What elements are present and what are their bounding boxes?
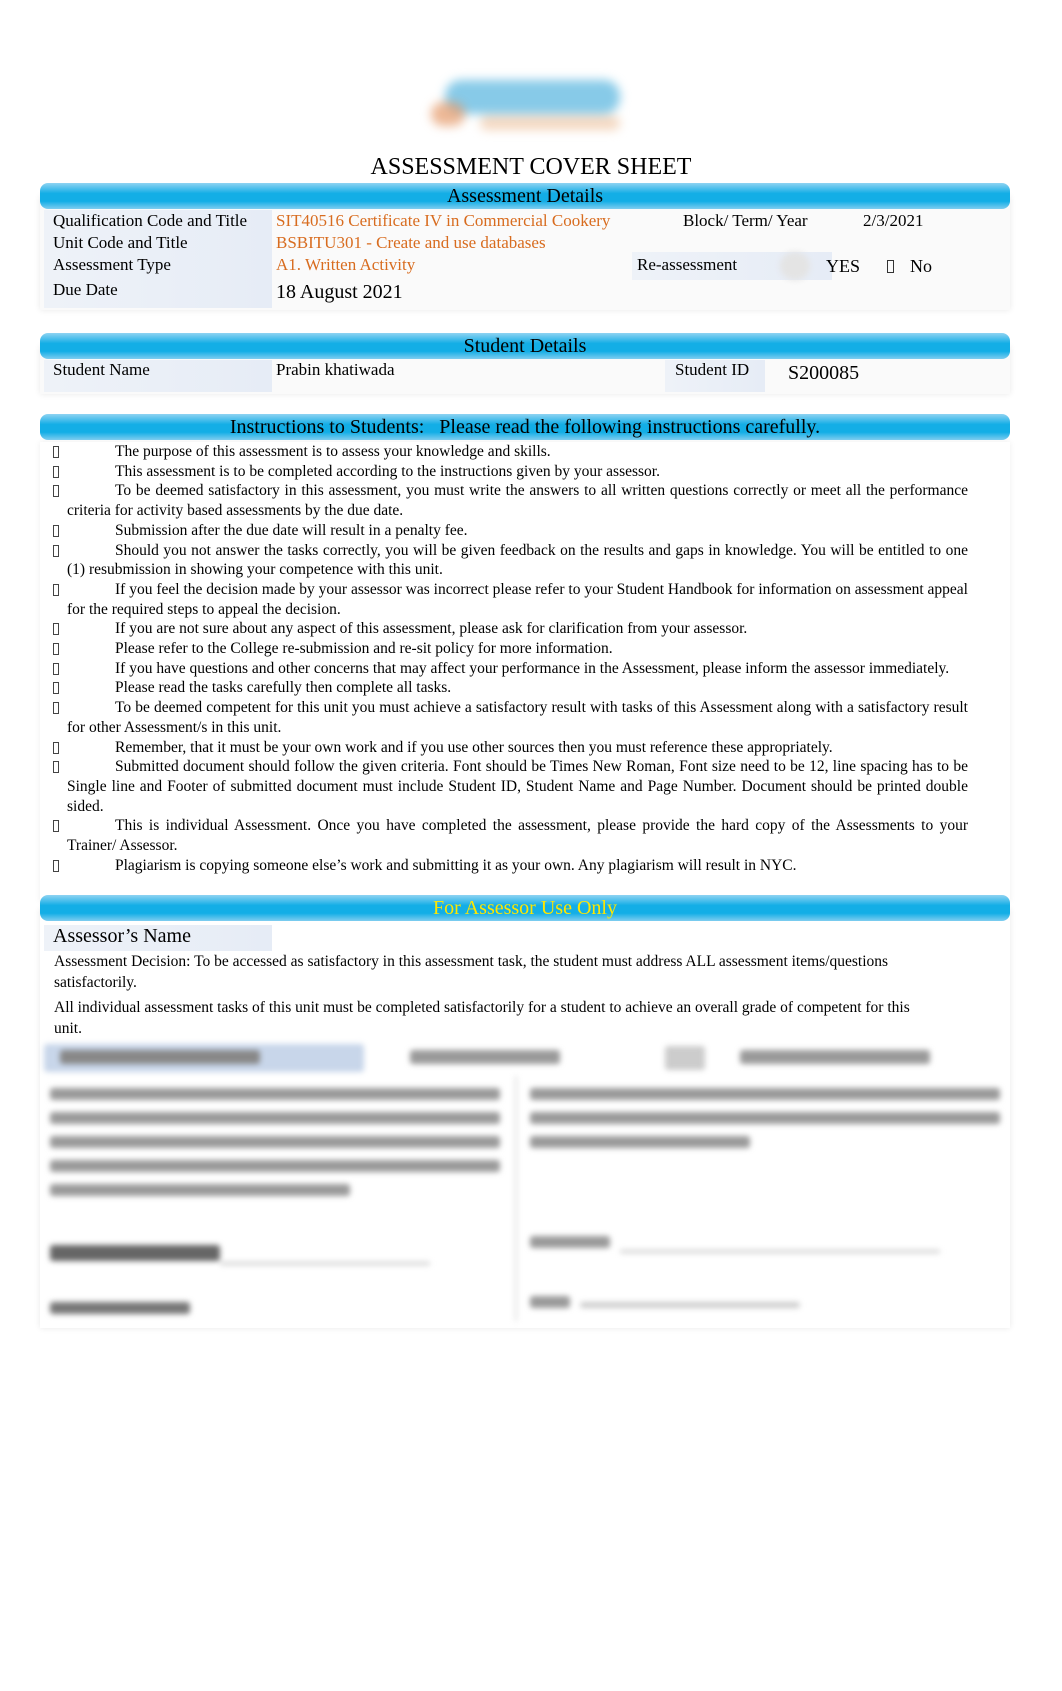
instruction-item: If you have questions and other concerns… xyxy=(40,659,1010,679)
instruction-item: Please refer to the College re-submissio… xyxy=(40,639,1010,659)
student-details-heading: Student Details xyxy=(40,333,1010,359)
yes-checkbox[interactable] xyxy=(780,252,810,280)
instruction-text: The purpose of this assessment is to ass… xyxy=(115,443,551,460)
instruction-item: Remember, that it must be your own work … xyxy=(40,738,1010,758)
instruction-item: Should you not answer the tasks correctl… xyxy=(40,541,1010,580)
overall-grade-text: All individual assessment tasks of this … xyxy=(54,999,910,1037)
bullet-icon xyxy=(53,859,59,872)
no-label: No xyxy=(910,256,932,276)
instruction-text: Submission after the due date will resul… xyxy=(115,521,468,539)
block-label: Block/ Term/ Year xyxy=(683,211,808,230)
student-name-value: Prabin khatiwada xyxy=(276,360,395,379)
assessment-type-label: Assessment Type xyxy=(53,255,171,274)
instruction-item: Plagiarism is copying someone else’s wor… xyxy=(40,856,1010,876)
no-checkbox[interactable] xyxy=(887,260,894,273)
student-id-label: Student ID xyxy=(675,360,750,379)
bullet-icon xyxy=(53,643,59,656)
bullet-icon xyxy=(53,761,59,774)
instruction-item: If you feel the decision made by your as… xyxy=(40,580,1010,619)
qualification-value: SIT40516 Certificate IV in Commercial Co… xyxy=(276,211,611,230)
instruction-item: If you are not sure about any aspect of … xyxy=(40,619,1010,639)
instruction-item: To be deemed competent for this unit you… xyxy=(40,698,1010,737)
bullet-icon xyxy=(53,682,59,695)
instruction-item: This is individual Assessment. Once you … xyxy=(40,816,1010,855)
bullet-icon xyxy=(53,583,59,596)
block-value: 2/3/2021 xyxy=(863,211,924,230)
assessor-name-label: Assessor’s Name xyxy=(53,925,191,947)
instruction-text: If you feel the decision made by your as… xyxy=(67,580,968,618)
assessment-decision-text: Assessment Decision: To be accessed as s… xyxy=(54,953,889,991)
instruction-text: Submitted document should follow the giv… xyxy=(67,758,968,815)
instruction-item: This assessment is to be completed accor… xyxy=(40,462,1010,482)
bullet-icon xyxy=(53,820,59,833)
bullet-icon xyxy=(53,446,59,458)
due-date-label: Due Date xyxy=(53,280,118,299)
instruction-item: Submitted document should follow the giv… xyxy=(40,757,1010,816)
page-title: ASSESSMENT COVER SHEET xyxy=(370,154,692,180)
bullet-icon xyxy=(53,485,59,498)
yes-label: YES xyxy=(826,256,861,276)
bullet-icon xyxy=(53,662,59,675)
reassessment-label: Re-assessment xyxy=(637,255,738,274)
instruction-text: Remember, that it must be your own work … xyxy=(115,738,833,756)
bullet-icon xyxy=(53,524,59,537)
instruction-text: To be deemed competent for this unit you… xyxy=(67,699,968,736)
student-id-value: S200085 xyxy=(788,362,860,384)
bullet-icon xyxy=(53,465,59,478)
instructions-panel: The purpose of this assessment is to ass… xyxy=(40,442,1010,902)
instruction-text: Should you not answer the tasks correctl… xyxy=(67,541,968,579)
assessment-type-value: A1. Written Activity xyxy=(276,255,416,274)
instruction-item: To be deemed satisfactory in this assess… xyxy=(40,481,1010,520)
instruction-text: If you have questions and other concerns… xyxy=(115,659,950,677)
unit-label: Unit Code and Title xyxy=(53,233,188,252)
instruction-item: Please read the tasks carefully then com… xyxy=(40,678,1010,698)
instruction-text: To be deemed satisfactory in this assess… xyxy=(67,482,968,520)
qualification-label: Qualification Code and Title xyxy=(53,211,248,230)
student-name-label: Student Name xyxy=(53,360,150,379)
instruction-item: Submission after the due date will resul… xyxy=(40,521,1010,541)
bullet-icon xyxy=(53,623,59,636)
result-and-declaration-table xyxy=(40,1040,1010,1325)
instructions-list: The purpose of this assessment is to ass… xyxy=(40,442,1010,875)
instruction-text: If you are not sure about any aspect of … xyxy=(115,620,748,638)
instruction-text: Please refer to the College re-submissio… xyxy=(115,640,613,658)
bullet-icon xyxy=(53,544,59,557)
bullet-icon xyxy=(53,702,59,715)
due-date-value: 18 August 2021 xyxy=(276,281,403,303)
assessment-details-heading: Assessment Details xyxy=(40,183,1010,209)
instruction-item: The purpose of this assessment is to ass… xyxy=(40,442,1010,462)
assessor-heading: For Assessor Use Only xyxy=(40,895,1010,921)
instruction-text: This assessment is to be completed accor… xyxy=(115,462,660,480)
instruction-text: Please read the tasks carefully then com… xyxy=(115,679,452,697)
instruction-text: This is individual Assessment. Once you … xyxy=(67,817,968,855)
instruction-text: Plagiarism is copying someone else’s wor… xyxy=(115,856,797,874)
unit-value: BSBITU301 - Create and use databases xyxy=(276,233,546,252)
college-logo xyxy=(425,72,630,140)
bullet-icon xyxy=(53,741,59,754)
instructions-heading: Instructions to Students: Please read th… xyxy=(40,414,1010,440)
